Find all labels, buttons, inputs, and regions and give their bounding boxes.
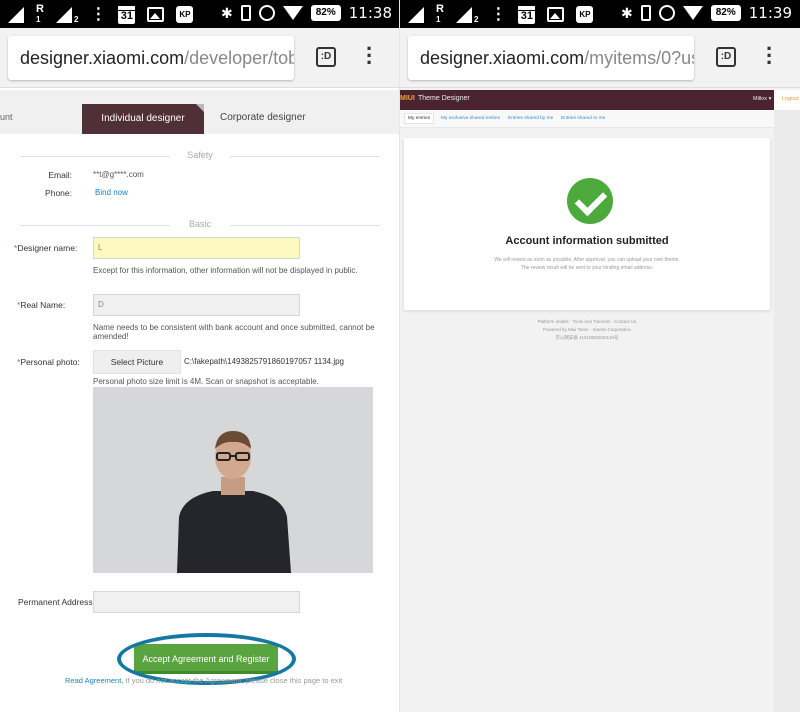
- url-host: designer.xiaomi.com: [20, 48, 185, 68]
- submission-title: Account information submitted: [505, 235, 669, 247]
- alarm-icon: [258, 5, 275, 21]
- alarm-icon: [658, 5, 675, 21]
- calendar-icon: 31: [118, 5, 136, 24]
- browser-toolbar: designer.xiaomi.com/myitems/0?user :D ··…: [400, 28, 800, 88]
- url-path: /developer/tobin: [184, 48, 294, 68]
- section-safety-heading: Safety: [0, 150, 400, 160]
- site-title: Theme Designer: [418, 95, 470, 102]
- calendar-icon: 31: [518, 5, 536, 24]
- signal-icon: [408, 6, 424, 23]
- permanent-address-label: Permanent Address:: [18, 597, 96, 607]
- site-header: MIUI Theme Designer Millox ▾: [400, 90, 774, 110]
- submission-note-2: The review result will be sent to your b…: [520, 265, 654, 271]
- app-notification-icon: KP: [176, 6, 194, 23]
- logout-area: Logout: [774, 90, 800, 110]
- person-portrait-image: [93, 387, 373, 573]
- photo-hint: Personal photo size limit is 4M. Scan or…: [93, 377, 319, 386]
- vibrate-icon: [640, 5, 651, 21]
- bluetooth-icon: ✱: [221, 4, 233, 21]
- miui-logo[interactable]: MIUI: [400, 95, 415, 102]
- url-bar[interactable]: designer.xiaomi.com/myitems/0?user: [408, 36, 694, 80]
- signal-icon-2: [455, 6, 472, 23]
- read-agreement-link[interactable]: Read Agreement,: [65, 676, 123, 685]
- footer-powered: Powered by Miui Team · Xiaomi Corporatio…: [543, 327, 631, 332]
- wifi-icon: [682, 6, 703, 20]
- image-icon: [547, 7, 565, 22]
- right-gutter: [774, 110, 800, 712]
- signal-icon-2: [55, 6, 72, 23]
- url-bar[interactable]: designer.xiaomi.com/developer/tobin: [8, 36, 294, 80]
- select-picture-button[interactable]: Select Picture: [93, 350, 181, 374]
- tab-shared-by-me[interactable]: Entries shared by me: [508, 116, 553, 121]
- browser-menu-icon[interactable]: · · ·: [766, 38, 773, 74]
- roaming-indicator: R1: [436, 3, 444, 25]
- signal-sub-2: 2: [473, 14, 479, 24]
- battery-icon: 82%: [310, 5, 341, 21]
- tab-switcher-button[interactable]: :D: [716, 47, 736, 67]
- more-notifications-icon: ⋮: [490, 5, 507, 23]
- status-bar: R1 2 ⋮ 31 KP ✱ 82% 11:38: [0, 0, 400, 28]
- wifi-icon: [282, 6, 303, 20]
- left-screen: R1 2 ⋮ 31 KP ✱ 82% 11:38 designer.xiaomi…: [0, 0, 400, 712]
- submission-card: Account information submitted We will re…: [404, 138, 770, 310]
- personal-photo-label: *Personal photo:: [17, 357, 80, 367]
- clock: 11:39: [748, 4, 792, 22]
- tab-corporate-designer[interactable]: Corporate designer: [220, 112, 306, 123]
- signal-sub-2: 2: [73, 14, 79, 24]
- section-basic-heading: Basic: [0, 219, 400, 229]
- email-label: Email:: [48, 170, 72, 180]
- url-host: designer.xiaomi.com: [420, 48, 585, 68]
- image-icon: [147, 7, 165, 22]
- signal-icon: [8, 6, 24, 23]
- tab-switcher-button[interactable]: :D: [316, 47, 336, 67]
- browser-menu-icon[interactable]: · · ·: [366, 38, 373, 74]
- more-notifications-icon: ⋮: [90, 5, 107, 23]
- designer-name-label: *Designer name:: [14, 243, 78, 253]
- app-notification-icon: KP: [576, 6, 594, 23]
- entries-tabs: My entries My exclusive shared entries E…: [400, 110, 774, 128]
- agreement-note: Read Agreement, If you do not accept the…: [65, 676, 343, 685]
- submission-note-1: We will review as soon as possible. Afte…: [494, 257, 680, 263]
- bluetooth-icon: ✱: [621, 4, 633, 21]
- checkmark-icon: [567, 178, 613, 224]
- browser-toolbar: designer.xiaomi.com/developer/tobin :D ·…: [0, 28, 400, 88]
- user-menu[interactable]: Millox ▾: [753, 96, 771, 102]
- clock: 11:38: [348, 4, 392, 22]
- footer-links[interactable]: Platform details · Tools and Tutorials ·…: [400, 319, 774, 324]
- uploaded-photo: [93, 387, 373, 573]
- roaming-indicator: R1: [36, 3, 44, 25]
- tab-shared-to-me[interactable]: Entries shared to me: [561, 116, 605, 121]
- vibrate-icon: [240, 5, 251, 21]
- permanent-address-input[interactable]: [93, 591, 300, 613]
- tab-exclusive-shared[interactable]: My exclusive shared entries: [441, 116, 500, 121]
- status-bar: R1 2 ⋮ 31 KP ✱ 82% 11:39: [400, 0, 800, 28]
- logout-link[interactable]: Logout: [782, 96, 799, 102]
- file-path: C:\fakepath\1493825791860197057 1134.jpg: [184, 357, 344, 366]
- footer-license: 京公网安备 11010802020134号: [555, 335, 619, 340]
- real-name-hint: Name needs to be consistent with bank ac…: [93, 323, 375, 341]
- real-name-label: *Real Name:: [17, 300, 66, 310]
- email-value: **t@g****.com: [93, 170, 144, 179]
- designer-name-input[interactable]: L: [93, 237, 300, 259]
- battery-icon: 82%: [710, 5, 741, 21]
- right-screen: R1 2 ⋮ 31 KP ✱ 82% 11:39 designer.xiaomi…: [400, 0, 800, 712]
- real-name-input[interactable]: D: [93, 294, 300, 316]
- url-path: /myitems/0?user: [584, 48, 694, 68]
- tab-partial[interactable]: unt: [0, 112, 13, 122]
- tab-individual-designer[interactable]: Individual designer: [82, 104, 204, 134]
- phone-label: Phone:: [45, 188, 72, 198]
- tab-my-entries[interactable]: My entries: [404, 113, 435, 124]
- bind-now-link[interactable]: Bind now: [95, 188, 128, 197]
- designer-name-hint: Except for this information, other infor…: [93, 266, 358, 275]
